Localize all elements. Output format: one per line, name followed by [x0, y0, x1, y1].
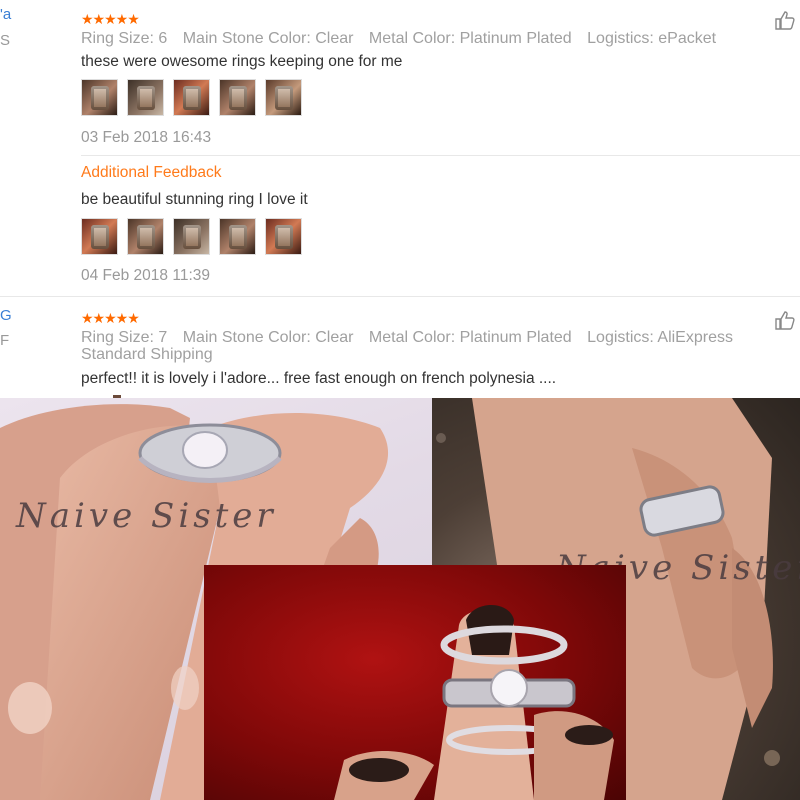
review-photo-thumbnail[interactable] — [127, 79, 164, 116]
review-list: 'a S ★★★★★ Ring Size: 6 Main Stone Color… — [0, 0, 800, 398]
additional-feedback-label: Additional Feedback — [81, 164, 222, 181]
divider — [81, 155, 800, 156]
review-attributes: Ring Size: 6 Main Stone Color: Clear Met… — [81, 30, 781, 47]
thumbs-up-icon[interactable] — [774, 310, 796, 330]
review-photo-thumbnail[interactable] — [81, 218, 118, 255]
thumbs-up-icon[interactable] — [774, 10, 796, 30]
additional-feedback-text: be beautiful stunning ring I love it — [81, 191, 308, 208]
reviewer-name[interactable]: G — [0, 307, 12, 324]
reviewer-name[interactable]: 'a — [0, 6, 11, 23]
attr-logistics: Logistics: AliExpress — [587, 329, 733, 346]
ring-set-photo-center[interactable] — [204, 565, 626, 800]
attr-stone-color: Main Stone Color: Clear — [182, 329, 354, 346]
attr-metal-color: Metal Color: Platinum Plated — [368, 329, 572, 346]
star-rating: ★★★★★ — [81, 310, 140, 326]
review-photos — [81, 79, 302, 117]
review-photo-thumbnail[interactable] — [173, 218, 210, 255]
divider — [0, 296, 800, 297]
attr-metal-color: Metal Color: Platinum Plated — [368, 30, 572, 47]
additional-feedback-date: 04 Feb 2018 11:39 — [81, 267, 210, 284]
additional-feedback-photos — [81, 218, 302, 256]
star-rating: ★★★★★ — [81, 11, 140, 27]
review-photo-thumbnail[interactable] — [219, 218, 256, 255]
ring-stone — [182, 431, 228, 469]
attr-ring-size: Ring Size: 6 — [81, 30, 168, 47]
attr-stone-color: Main Stone Color: Clear — [182, 30, 354, 47]
review-photo-thumbnail[interactable] — [81, 79, 118, 116]
reviewer-country: S — [0, 32, 11, 49]
attr-logistics: Logistics: ePacket — [587, 30, 717, 47]
attr-ring-size: Ring Size: 7 — [81, 329, 168, 346]
review-attributes: Ring Size: 7 Main Stone Color: Clear Met… — [81, 329, 781, 346]
review-text: these were owesome rings keeping one for… — [81, 53, 403, 70]
review-photo-thumbnail[interactable] — [219, 79, 256, 116]
reviewer-country: F — [0, 332, 10, 349]
review-photo-thumbnail[interactable] — [265, 218, 302, 255]
review-photo-thumbnail[interactable] — [173, 79, 210, 116]
ring-set-illustration — [334, 605, 614, 800]
review-date: 03 Feb 2018 16:43 — [81, 129, 212, 146]
product-photo-collage: Naive Sister Naive Sister — [0, 398, 800, 800]
ring-stone — [490, 669, 528, 707]
review-text: perfect!! it is lovely i l'adore... free… — [81, 370, 557, 387]
attr-logistics-continued: Standard Shipping — [81, 346, 213, 363]
watermark: Naive Sister — [16, 496, 277, 536]
review-photo-thumbnail[interactable] — [265, 79, 302, 116]
review-photo-thumbnail[interactable] — [127, 218, 164, 255]
